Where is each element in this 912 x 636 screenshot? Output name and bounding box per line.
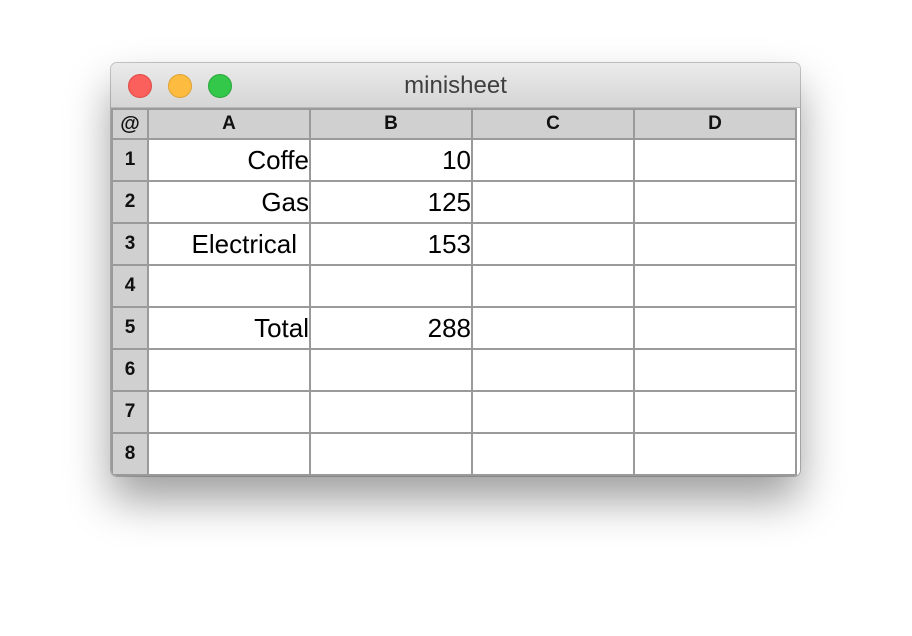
spreadsheet-grid: @ A B C D 1 Coffe 10 2 Gas 125 3 Electri…: [111, 108, 800, 476]
table-row: 1 Coffe 10: [111, 138, 797, 182]
sheet-table: @ A B C D 1 Coffe 10 2 Gas 125 3 Electri…: [111, 108, 797, 476]
cell-b4[interactable]: [309, 264, 473, 308]
cell-d2[interactable]: [633, 180, 797, 224]
cell-d8[interactable]: [633, 432, 797, 476]
row-header[interactable]: 5: [111, 306, 149, 350]
cell-a3[interactable]: Electrical: [147, 222, 311, 266]
table-row: 2 Gas 125: [111, 180, 797, 224]
cell-b7[interactable]: [309, 390, 473, 434]
title-bar[interactable]: minisheet: [111, 63, 800, 108]
cell-b8[interactable]: [309, 432, 473, 476]
cell-a5[interactable]: Total: [147, 306, 311, 350]
cell-b1[interactable]: 10: [309, 138, 473, 182]
column-header-b[interactable]: B: [309, 108, 473, 140]
cell-d1[interactable]: [633, 138, 797, 182]
cell-c5[interactable]: [471, 306, 635, 350]
row-header[interactable]: 4: [111, 264, 149, 308]
cell-b2[interactable]: 125: [309, 180, 473, 224]
cell-c8[interactable]: [471, 432, 635, 476]
cell-c1[interactable]: [471, 138, 635, 182]
column-header-d[interactable]: D: [633, 108, 797, 140]
column-header-c[interactable]: C: [471, 108, 635, 140]
cell-a6[interactable]: [147, 348, 311, 392]
cell-d5[interactable]: [633, 306, 797, 350]
cell-b6[interactable]: [309, 348, 473, 392]
table-row: 4: [111, 264, 797, 308]
cell-a1[interactable]: Coffe: [147, 138, 311, 182]
table-row: 3 Electrical 153: [111, 222, 797, 266]
cell-a8[interactable]: [147, 432, 311, 476]
cell-a2[interactable]: Gas: [147, 180, 311, 224]
row-header[interactable]: 2: [111, 180, 149, 224]
row-header[interactable]: 7: [111, 390, 149, 434]
app-window: minisheet @ A B C D 1 Coffe 10 2 Gas 125…: [111, 63, 800, 476]
cell-d7[interactable]: [633, 390, 797, 434]
row-header[interactable]: 3: [111, 222, 149, 266]
row-header[interactable]: 1: [111, 138, 149, 182]
table-row: 8: [111, 432, 797, 476]
cell-b3[interactable]: 153: [309, 222, 473, 266]
cell-d3[interactable]: [633, 222, 797, 266]
cell-d6[interactable]: [633, 348, 797, 392]
corner-cell[interactable]: @: [111, 108, 149, 140]
cell-c7[interactable]: [471, 390, 635, 434]
row-header[interactable]: 8: [111, 432, 149, 476]
column-header-row: @ A B C D: [111, 108, 797, 140]
cell-c4[interactable]: [471, 264, 635, 308]
table-row: 5 Total 288: [111, 306, 797, 350]
row-header[interactable]: 6: [111, 348, 149, 392]
cell-c3[interactable]: [471, 222, 635, 266]
cell-a7[interactable]: [147, 390, 311, 434]
table-row: 6: [111, 348, 797, 392]
cell-c2[interactable]: [471, 180, 635, 224]
column-header-a[interactable]: A: [147, 108, 311, 140]
cell-c6[interactable]: [471, 348, 635, 392]
cell-a4[interactable]: [147, 264, 311, 308]
cell-d4[interactable]: [633, 264, 797, 308]
window-title: minisheet: [404, 72, 507, 99]
table-row: 7: [111, 390, 797, 434]
cell-b5[interactable]: 288: [309, 306, 473, 350]
